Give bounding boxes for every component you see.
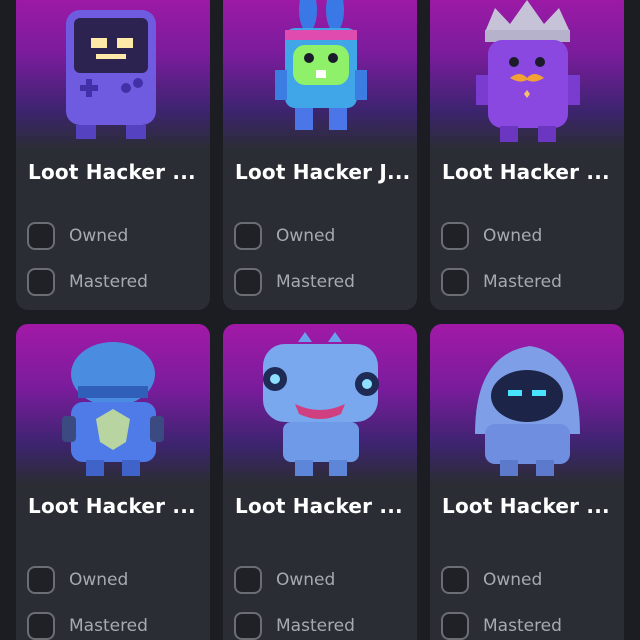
owned-label: Owned	[69, 570, 129, 590]
item-name: Loot Hacker ...	[442, 160, 610, 184]
item-name: Loot Hacker J...	[235, 160, 409, 184]
checkbox-box[interactable]	[27, 566, 55, 594]
mastered-label: Mastered	[276, 616, 355, 636]
armored-helmet-character-icon	[62, 342, 164, 476]
owned-checkbox[interactable]: Owned	[441, 566, 542, 594]
mastered-checkbox[interactable]: Mastered	[441, 612, 562, 640]
item-card[interactable]: Loot Hacker J... Owned Mastered	[223, 0, 417, 310]
checkbox-box[interactable]	[441, 612, 469, 640]
owned-checkbox[interactable]: Owned	[27, 566, 128, 594]
owned-label: Owned	[276, 226, 336, 246]
item-card[interactable]: Loot Hacker ... Owned Mastered	[430, 324, 624, 640]
checkbox-box[interactable]	[441, 268, 469, 296]
checkbox-box[interactable]	[441, 222, 469, 250]
mastered-checkbox[interactable]: Mastered	[234, 612, 355, 640]
mastered-checkbox[interactable]: Mastered	[27, 612, 148, 640]
item-name: Loot Hacker ...	[235, 494, 403, 518]
dino-character-icon	[263, 332, 379, 476]
item-name: Loot Hacker ...	[28, 160, 196, 184]
mastered-label: Mastered	[483, 616, 562, 636]
cosmetic-grid: Loot Hacker ... Owned Mastered Loot Hack…	[0, 0, 640, 640]
mastered-label: Mastered	[69, 616, 148, 636]
owned-checkbox[interactable]: Owned	[441, 222, 542, 250]
mastered-label: Mastered	[69, 272, 148, 292]
item-art-dino	[223, 324, 417, 484]
mastered-checkbox[interactable]: Mastered	[441, 268, 562, 296]
item-name: Loot Hacker ...	[28, 494, 196, 518]
item-art-bunny	[223, 0, 417, 150]
owned-label: Owned	[483, 226, 543, 246]
owned-label: Owned	[276, 570, 336, 590]
checkbox-box[interactable]	[234, 268, 262, 296]
crowned-character-icon	[476, 0, 580, 142]
owned-checkbox[interactable]: Owned	[27, 222, 128, 250]
mastered-label: Mastered	[276, 272, 355, 292]
console-character-icon	[66, 10, 156, 139]
item-card[interactable]: Loot Hacker ... Owned Mastered	[16, 324, 210, 640]
item-card[interactable]: Loot Hacker ... Owned Mastered	[16, 0, 210, 310]
mastered-checkbox[interactable]: Mastered	[234, 268, 355, 296]
mastered-checkbox[interactable]: Mastered	[27, 268, 148, 296]
item-art-hooded	[430, 324, 624, 484]
mastered-label: Mastered	[483, 272, 562, 292]
owned-checkbox[interactable]: Owned	[234, 566, 335, 594]
item-name: Loot Hacker ...	[442, 494, 610, 518]
owned-label: Owned	[483, 570, 543, 590]
item-art-handheld-console	[16, 0, 210, 150]
checkbox-box[interactable]	[27, 268, 55, 296]
hooded-character-icon	[475, 346, 580, 476]
owned-checkbox[interactable]: Owned	[234, 222, 335, 250]
checkbox-box[interactable]	[234, 222, 262, 250]
checkbox-box[interactable]	[234, 612, 262, 640]
checkbox-box[interactable]	[27, 612, 55, 640]
item-card[interactable]: Loot Hacker ... Owned Mastered	[223, 324, 417, 640]
checkbox-box[interactable]	[234, 566, 262, 594]
bunny-character-icon	[275, 0, 367, 130]
owned-label: Owned	[69, 226, 129, 246]
item-card[interactable]: Loot Hacker ... Owned Mastered	[430, 0, 624, 310]
item-art-crowned	[430, 0, 624, 150]
checkbox-box[interactable]	[441, 566, 469, 594]
checkbox-box[interactable]	[27, 222, 55, 250]
item-art-armored	[16, 324, 210, 484]
